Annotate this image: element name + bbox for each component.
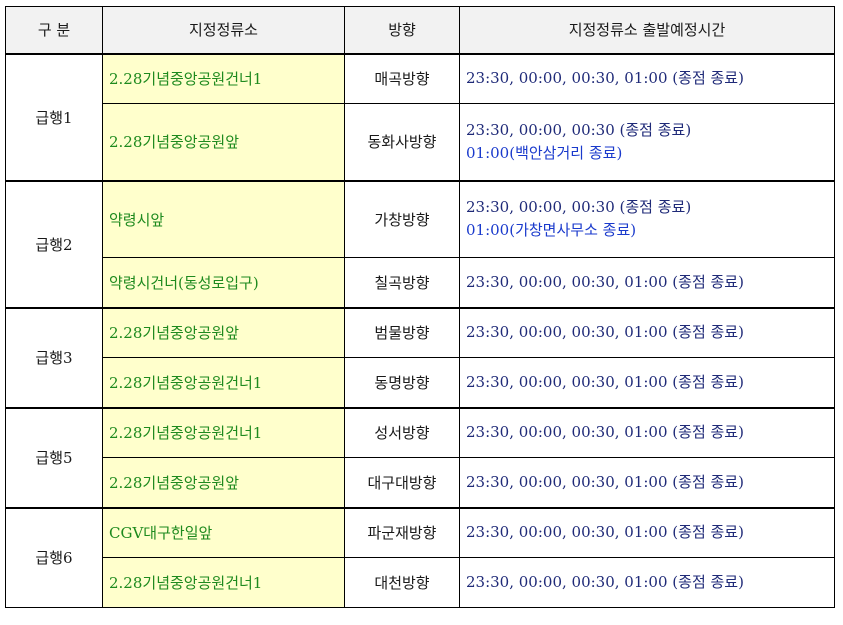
departure-times-line1: 23:30, 00:00, 00:30 (종점 종료): [466, 120, 692, 139]
direction: 성서방향: [344, 406, 460, 458]
stop-name: 2.28기념중앙공원건너1: [102, 557, 345, 608]
table-row: 2.28기념중앙공원건너1 동명방향 23:30, 00:00, 00:30, …: [6, 357, 835, 408]
route-name: 급행1: [5, 52, 103, 181]
schedule-table: 구 분 지정정류소 방향 지정정류소 출발예정시간 급행1 2.28기념중앙공원…: [5, 6, 835, 608]
stop-name: 2.28기념중앙공원건너1: [102, 406, 345, 458]
stop-name: 2.28기념중앙공원앞: [102, 457, 345, 508]
departure-times: 23:30, 00:00, 00:30, 01:00 (종점 종료): [459, 506, 835, 558]
direction: 파군재방향: [344, 506, 460, 558]
departure-times: 23:30, 00:00, 00:30, 01:00 (종점 종료): [459, 52, 835, 104]
table-row: 급행3 2.28기념중앙공원앞 범물방향 23:30, 00:00, 00:30…: [5, 306, 835, 408]
departure-times: 23:30, 00:00, 00:30, 01:00 (종점 종료): [459, 357, 835, 408]
stop-name: 약령시건너(동성로입구): [102, 257, 345, 308]
stop-name: 2.28기념중앙공원건너1: [102, 357, 345, 408]
departure-times: 23:30, 00:00, 00:30, 01:00 (종점 종료): [459, 257, 835, 308]
stop-name: 2.28기념중앙공원건너1: [102, 52, 345, 104]
departure-times: 23:30, 00:00, 00:30, 01:00 (종점 종료): [459, 457, 835, 508]
departure-times-line2: 01:00(백안삼거리 종료): [466, 143, 623, 162]
direction: 동명방향: [344, 357, 460, 408]
direction: 대구대방향: [344, 457, 460, 508]
table-row: 급행6 CGV대구한일앞 파군재방향 23:30, 00:00, 00:30, …: [5, 506, 835, 608]
header-direction: 방향: [344, 6, 460, 54]
table-row: 급행1 2.28기념중앙공원건너1 매곡방향 23:30, 00:00, 00:…: [5, 52, 835, 181]
stop-name: CGV대구한일앞: [102, 506, 345, 558]
header-group: 구 분: [5, 6, 103, 54]
table-row: 급행2 약령시앞 가창방향 23:30, 00:00, 00:30 (종점 종료…: [5, 179, 835, 308]
stop-name: 2.28기념중앙공원앞: [102, 306, 345, 358]
direction: 매곡방향: [344, 52, 460, 104]
table-row: 2.28기념중앙공원건너1 대천방향 23:30, 00:00, 00:30, …: [6, 557, 835, 608]
table-row: 급행5 2.28기념중앙공원건너1 성서방향 23:30, 00:00, 00:…: [5, 406, 835, 508]
direction: 칠곡방향: [344, 257, 460, 308]
route-name: 급행2: [5, 179, 103, 308]
direction: 대천방향: [344, 557, 460, 608]
departure-times: 23:30, 00:00, 00:30, 01:00 (종점 종료): [459, 306, 835, 358]
header-stop: 지정정류소: [102, 6, 345, 54]
route-name: 급행6: [5, 506, 103, 608]
route-name: 급행3: [5, 306, 103, 408]
departure-times: 23:30, 00:00, 00:30, 01:00 (종점 종료): [459, 406, 835, 458]
stop-name: 2.28기념중앙공원앞: [102, 103, 345, 181]
departure-times-line2: 01:00(가창면사무소 종료): [466, 221, 637, 240]
table-header-row: 구 분 지정정류소 방향 지정정류소 출발예정시간: [5, 6, 835, 54]
route-name: 급행5: [5, 406, 103, 508]
table-row: 2.28기념중앙공원앞 동화사방향 23:30, 00:00, 00:30 (종…: [6, 103, 835, 181]
direction: 가창방향: [344, 179, 460, 258]
header-time: 지정정류소 출발예정시간: [459, 6, 835, 54]
stop-name: 약령시앞: [102, 179, 345, 258]
departure-times-line1: 23:30, 00:00, 00:30 (종점 종료): [466, 198, 692, 217]
departure-times: 23:30, 00:00, 00:30 (종점 종료) 01:00(가창면사무소…: [459, 179, 835, 258]
direction: 동화사방향: [344, 103, 460, 181]
table-row: 약령시건너(동성로입구) 칠곡방향 23:30, 00:00, 00:30, 0…: [6, 257, 835, 308]
direction: 범물방향: [344, 306, 460, 358]
departure-times: 23:30, 00:00, 00:30 (종점 종료) 01:00(백안삼거리 …: [459, 103, 835, 181]
departure-times: 23:30, 00:00, 00:30, 01:00 (종점 종료): [459, 557, 835, 608]
table-row: 2.28기념중앙공원앞 대구대방향 23:30, 00:00, 00:30, 0…: [6, 457, 835, 508]
